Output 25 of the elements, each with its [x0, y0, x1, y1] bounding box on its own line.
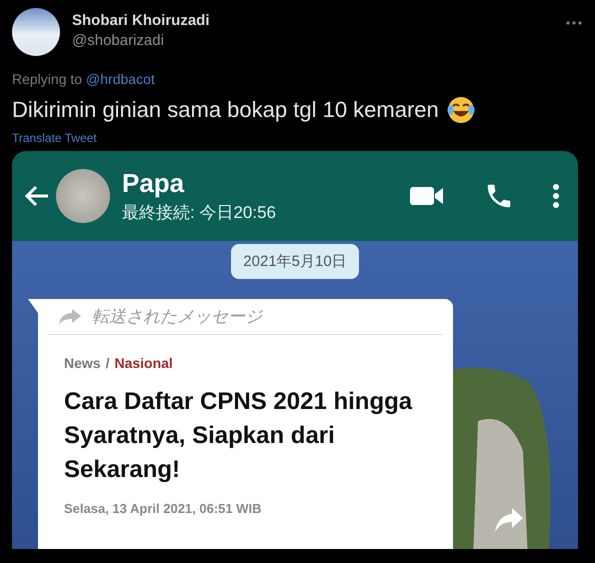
date-chip: 2021年5月10日	[231, 244, 359, 279]
message-bubble[interactable]: 転送されたメッセージ News / Nasional Cara Daftar CPNS 2021 hingga Syaratnya, Siapkan dari Sekarang! Selasa, 13 April 2021, 06:51 WIB	[38, 299, 453, 549]
author-handle: @shobarizadi	[72, 32, 165, 49]
contact-avatar-placeholder[interactable]	[56, 169, 110, 223]
more-vertical-icon[interactable]	[552, 183, 560, 209]
reply-handle-link[interactable]: @hrdbacot	[86, 71, 155, 87]
article-headline: Cara Daftar CPNS 2021 hingga Syaratnya, Siapkan dari Sekarang!	[64, 387, 414, 485]
article-date: Selasa, 13 April 2021, 06:51 WIB	[64, 501, 263, 516]
laughing-face-icon	[446, 96, 475, 124]
author-name: Shobari Khoiruzadi	[72, 12, 211, 29]
last-seen-text: 最終接続: 今日20:56	[122, 202, 277, 224]
tweet-text: Dikirimin ginian sama bokap tgl 10 kemaren	[12, 97, 439, 123]
more-icon[interactable]	[565, 20, 583, 26]
breadcrumb-category: Nasional	[114, 355, 173, 371]
contact-name: Papa	[122, 168, 186, 199]
avatar-placeholder[interactable]	[12, 8, 60, 56]
breadcrumb-section: News	[64, 355, 101, 371]
bubble-tail	[28, 299, 38, 313]
breadcrumb-separator: /	[106, 355, 110, 371]
back-arrow-icon[interactable]	[24, 185, 50, 207]
forward-arrow-icon	[58, 308, 82, 326]
translate-tweet-link[interactable]: Translate Tweet	[12, 128, 97, 150]
forwarded-label: 転送されたメッセージ	[92, 306, 262, 328]
replying-to-label: Replying to	[12, 71, 82, 87]
video-camera-icon[interactable]	[410, 185, 444, 207]
